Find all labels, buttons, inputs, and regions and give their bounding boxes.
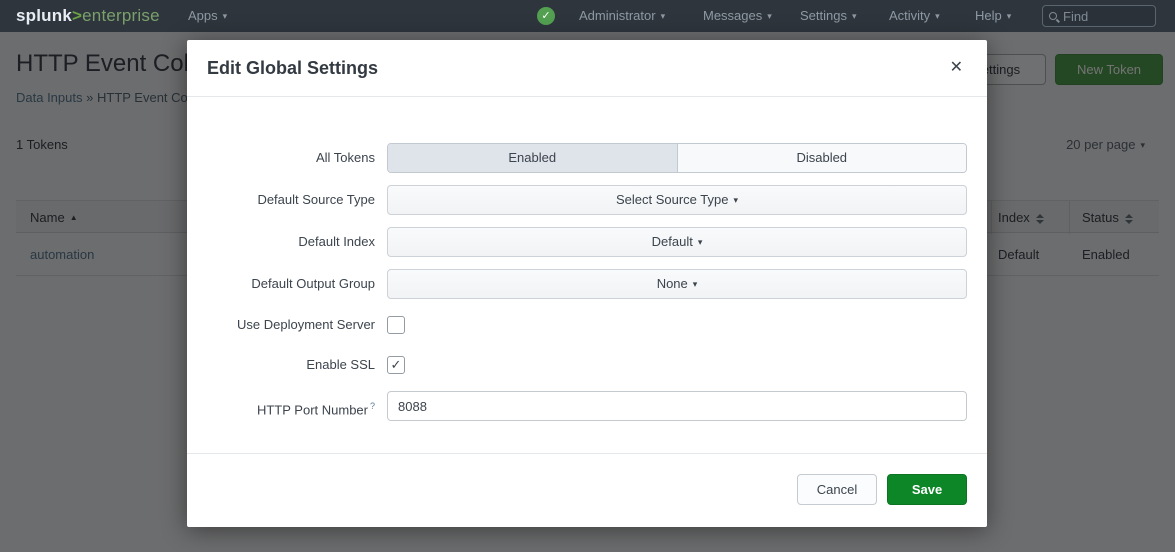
help-tooltip-icon[interactable]: ? xyxy=(370,401,375,411)
default-source-type-label: Default Source Type xyxy=(187,185,375,215)
logo-gt-icon: > xyxy=(72,6,82,25)
default-index-label: Default Index xyxy=(187,227,375,257)
chevron-down-icon: ▾ xyxy=(693,270,698,298)
chevron-down-icon: ▾ xyxy=(852,0,857,32)
enable-ssl-label: Enable SSL xyxy=(187,356,375,374)
chevron-down-icon: ▾ xyxy=(698,228,703,256)
default-index-control: Default▾ xyxy=(387,227,967,257)
default-output-group-label: Default Output Group xyxy=(187,269,375,299)
all-tokens-disabled-button[interactable]: Disabled xyxy=(677,144,967,172)
cancel-button[interactable]: Cancel xyxy=(797,474,877,505)
http-port-control xyxy=(387,391,967,421)
close-icon[interactable]: ✕ xyxy=(950,58,963,78)
nav-apps-menu[interactable]: Apps▾ xyxy=(188,0,227,32)
chevron-down-icon: ▾ xyxy=(767,0,772,32)
chevron-down-icon: ▾ xyxy=(223,0,228,32)
use-deployment-server-label: Use Deployment Server xyxy=(187,316,375,334)
all-tokens-enabled-button[interactable]: Enabled xyxy=(388,144,677,172)
chevron-down-icon: ▾ xyxy=(661,0,666,32)
modal-title: Edit Global Settings xyxy=(207,40,378,97)
nav-settings-menu[interactable]: Settings▾ xyxy=(800,0,857,32)
http-port-input[interactable] xyxy=(387,391,967,421)
find-search-box[interactable] xyxy=(1042,5,1156,27)
splunk-logo[interactable]: splunk>enterprise xyxy=(16,0,160,32)
logo-product-text: enterprise xyxy=(82,6,160,25)
use-deployment-server-control xyxy=(387,316,967,334)
modal-footer: Cancel Save xyxy=(187,453,987,527)
modal-header: Edit Global Settings ✕ xyxy=(187,40,987,97)
nav-messages-menu[interactable]: Messages▾ xyxy=(703,0,772,32)
top-nav-bar: splunk>enterprise Apps▾ ✓ Administrator▾… xyxy=(0,0,1175,32)
use-deployment-server-checkbox[interactable] xyxy=(387,316,405,334)
default-index-dropdown[interactable]: Default▾ xyxy=(387,227,967,257)
check-icon: ✓ xyxy=(391,357,402,372)
search-icon xyxy=(1049,12,1057,20)
enable-ssl-control: ✓ xyxy=(387,356,967,374)
enable-ssl-checkbox[interactable]: ✓ xyxy=(387,356,405,374)
nav-help-menu[interactable]: Help▾ xyxy=(975,0,1011,32)
chevron-down-icon: ▾ xyxy=(1007,0,1012,32)
save-button[interactable]: Save xyxy=(887,474,967,505)
all-tokens-label: All Tokens xyxy=(187,143,375,173)
check-icon: ✓ xyxy=(541,10,550,22)
nav-administrator-menu[interactable]: Administrator▾ xyxy=(579,0,665,32)
edit-global-settings-modal: Edit Global Settings ✕ All Tokens Enable… xyxy=(187,40,987,527)
chevron-down-icon: ▾ xyxy=(935,0,940,32)
default-output-group-control: None▾ xyxy=(387,269,967,299)
nav-activity-menu[interactable]: Activity▾ xyxy=(889,0,940,32)
health-status-icon[interactable]: ✓ xyxy=(537,7,555,25)
default-source-type-dropdown[interactable]: Select Source Type▾ xyxy=(387,185,967,215)
find-input[interactable] xyxy=(1063,9,1143,24)
default-output-group-dropdown[interactable]: None▾ xyxy=(387,269,967,299)
chevron-down-icon: ▾ xyxy=(733,186,738,214)
http-port-label: HTTP Port Number? xyxy=(187,391,375,425)
default-source-type-control: Select Source Type▾ xyxy=(387,185,967,215)
logo-splunk-text: splunk xyxy=(16,6,72,25)
all-tokens-toggle: Enabled Disabled xyxy=(387,143,967,173)
